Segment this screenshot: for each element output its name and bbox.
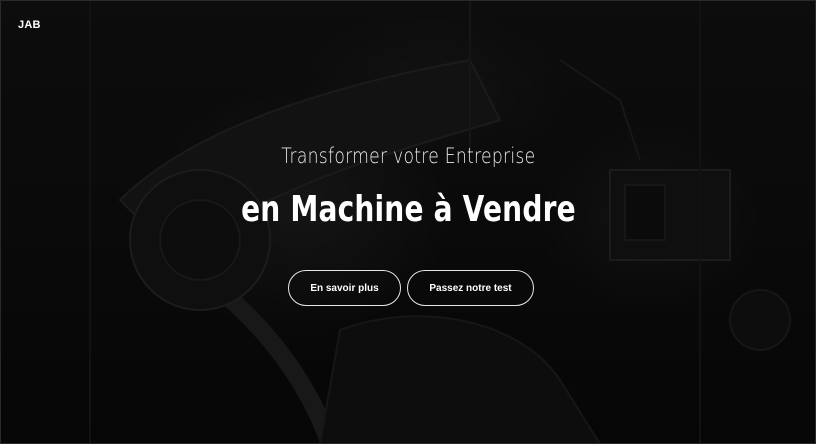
hero-section: JAB Transformer votre Entreprise en Mach… xyxy=(0,0,816,444)
page-frame xyxy=(0,0,816,444)
